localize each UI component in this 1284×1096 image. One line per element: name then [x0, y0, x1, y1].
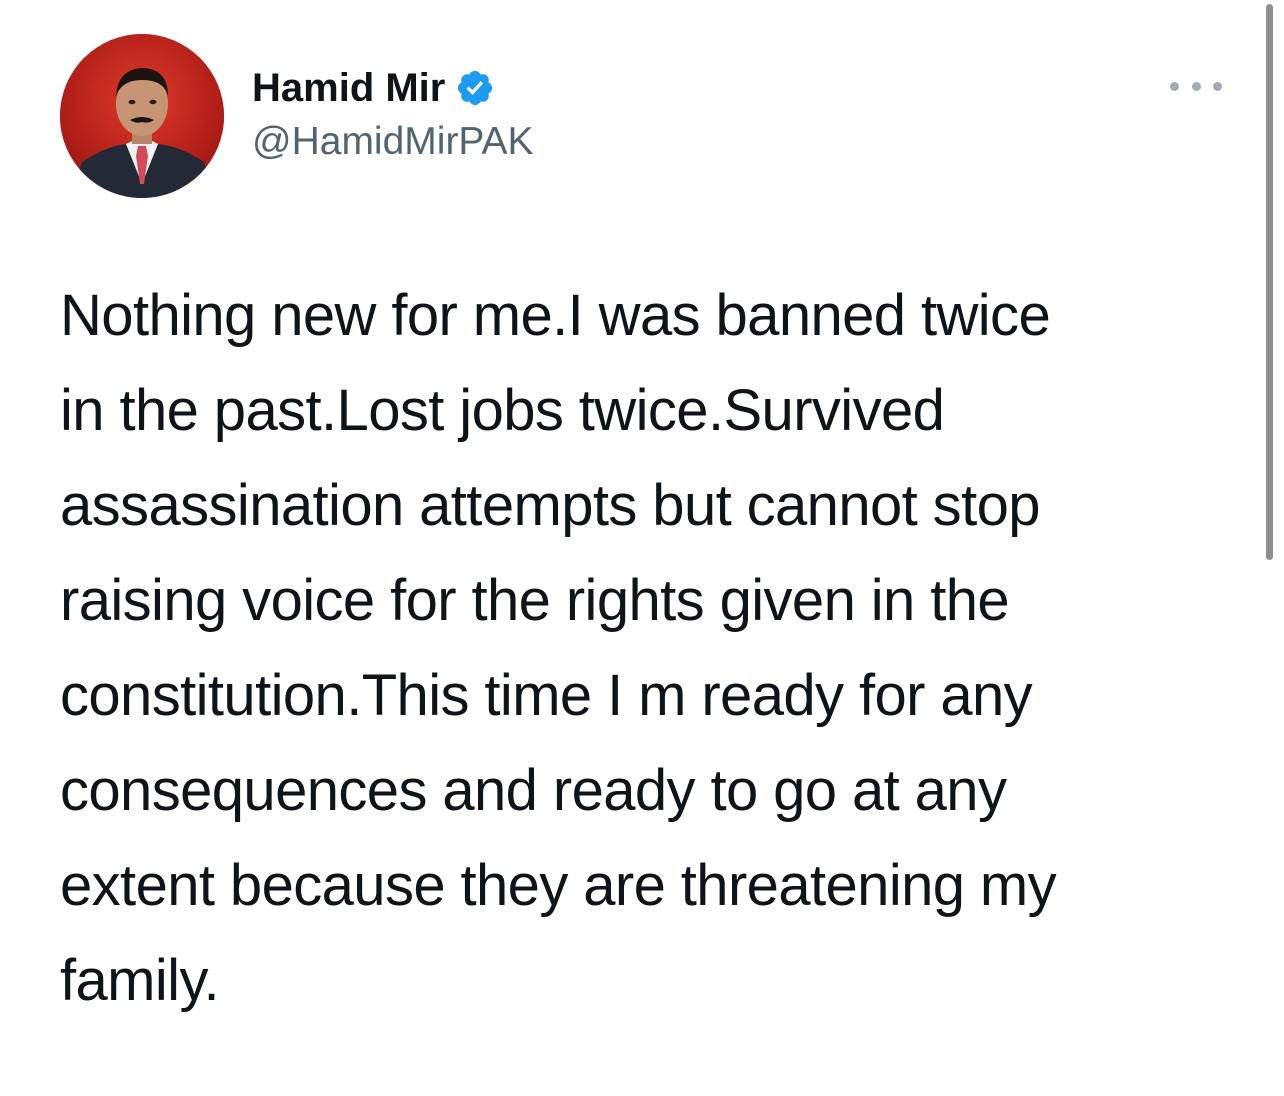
author-name-row: Hamid Mir	[252, 62, 495, 114]
avatar[interactable]	[60, 34, 224, 198]
tweet-text-line: assassination attempts but cannot stop	[60, 473, 1041, 538]
more-dot	[1170, 81, 1179, 91]
tweet-text-line: extent because they are threatening my	[60, 853, 1057, 918]
more-dot	[1191, 81, 1201, 91]
scrollbar[interactable]	[1266, 4, 1273, 560]
tweet-screen: { "tweet": { "author": { "display_name":…	[0, 0, 1284, 1096]
verified-badge-icon	[455, 68, 495, 108]
tweet-text-line: consequences and ready to go at any	[60, 758, 1007, 823]
tweet-text-line: constitution.This time I m ready for any	[60, 663, 1033, 728]
tweet-text-line: Nothing new for me.I was banned twice	[60, 283, 1051, 348]
display-name[interactable]: Hamid Mir	[252, 66, 445, 111]
tweet-text-line: raising voice for the rights given in th…	[60, 568, 1010, 633]
profile-photo	[60, 34, 224, 198]
author-handle[interactable]: @HamidMirPAK	[252, 120, 534, 164]
more-options-icon[interactable]	[1170, 68, 1222, 104]
tweet-text-line: in the past.Lost jobs twice.Survived	[60, 378, 945, 443]
tweet-text-line: family.	[60, 948, 220, 1013]
tweet-text: Nothing new for me.I was banned twice in…	[60, 268, 1240, 1028]
more-dot	[1213, 81, 1222, 91]
